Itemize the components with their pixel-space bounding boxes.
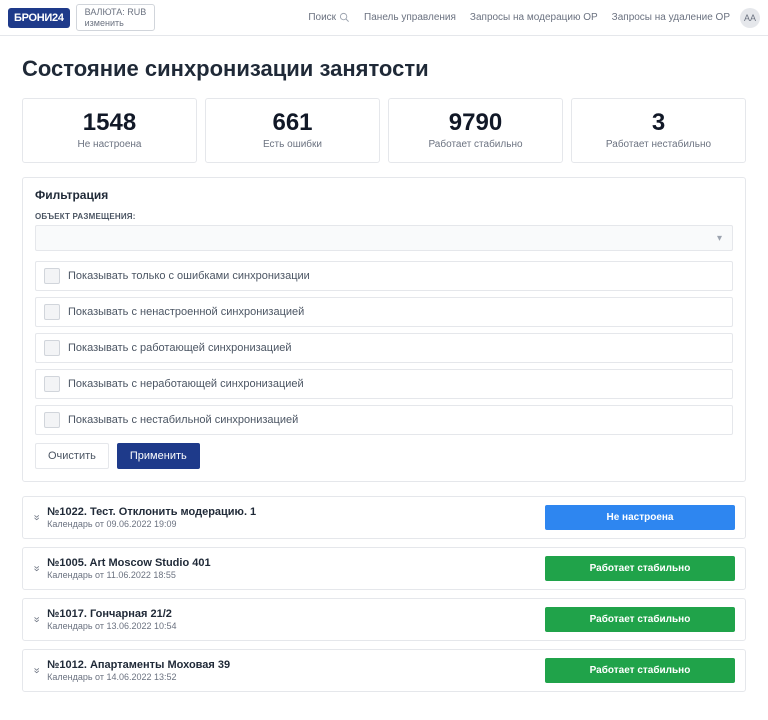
stat-label: Есть ошибки — [212, 139, 373, 150]
checkbox-label: Показывать с ненастроенной синхронизацие… — [68, 306, 304, 318]
stat-card: 661 Есть ошибки — [205, 98, 380, 163]
stat-value: 661 — [212, 109, 373, 137]
chevron-down-icon: ▾ — [717, 233, 722, 244]
checkbox-label: Показывать с работающей синхронизацией — [68, 342, 291, 354]
avatar[interactable]: АА — [740, 8, 760, 28]
stat-label: Работает стабильно — [395, 139, 556, 150]
result-row[interactable]: » №1022. Тест. Отклонить модерацию. 1 Ка… — [22, 496, 746, 539]
expand-icon[interactable]: » — [31, 616, 42, 622]
result-sub: Календарь от 14.06.2022 13:52 — [47, 672, 545, 682]
apply-button[interactable]: Применить — [117, 443, 200, 469]
filter-check-notworking[interactable]: Показывать с неработающей синхронизацией — [35, 369, 733, 399]
checkbox[interactable] — [44, 376, 60, 392]
result-row[interactable]: » №1017. Гончарная 21/2 Календарь от 13.… — [22, 598, 746, 641]
result-sub: Календарь от 09.06.2022 19:09 — [47, 519, 545, 529]
result-body: №1022. Тест. Отклонить модерацию. 1 Кале… — [47, 506, 545, 529]
result-title: №1005. Art Moscow Studio 401 — [47, 557, 545, 569]
search-link[interactable]: Поиск — [308, 12, 350, 23]
filter-check-errors[interactable]: Показывать только с ошибками синхронизац… — [35, 261, 733, 291]
filter-check-unconfigured[interactable]: Показывать с ненастроенной синхронизацие… — [35, 297, 733, 327]
filter-panel: Фильтрация ОБЪЕКТ РАЗМЕЩЕНИЯ: ▾ Показыва… — [22, 177, 746, 482]
checkbox[interactable] — [44, 304, 60, 320]
expand-icon[interactable]: » — [31, 667, 42, 673]
currency-change: изменить — [85, 18, 147, 29]
stat-card: 1548 Не настроена — [22, 98, 197, 163]
filter-check-unstable[interactable]: Показывать с нестабильной синхронизацией — [35, 405, 733, 435]
logo[interactable]: БРОНИ24 — [8, 8, 70, 28]
nav-dashboard[interactable]: Панель управления — [364, 12, 456, 23]
checkbox-label: Показывать с нестабильной синхронизацией — [68, 414, 298, 426]
checkbox[interactable] — [44, 412, 60, 428]
stat-card: 9790 Работает стабильно — [388, 98, 563, 163]
nav-moderation-requests[interactable]: Запросы на модерацию ОР — [470, 12, 598, 23]
result-title: №1017. Гончарная 21/2 — [47, 608, 545, 620]
topbar: БРОНИ24 ВАЛЮТА: RUB изменить Поиск Панел… — [0, 0, 768, 36]
result-row[interactable]: » №1012. Апартаменты Моховая 39 Календар… — [22, 649, 746, 692]
checkbox-label: Показывать с неработающей синхронизацией — [68, 378, 304, 390]
page-title: Состояние синхронизации занятости — [22, 56, 746, 82]
checkbox[interactable] — [44, 268, 60, 284]
stat-value: 3 — [578, 109, 739, 137]
clear-button[interactable]: Очистить — [35, 443, 109, 469]
checkbox[interactable] — [44, 340, 60, 356]
result-row[interactable]: » №1005. Art Moscow Studio 401 Календарь… — [22, 547, 746, 590]
result-title: №1022. Тест. Отклонить модерацию. 1 — [47, 506, 545, 518]
status-badge: Не настроена — [545, 505, 735, 530]
stat-label: Работает нестабильно — [578, 139, 739, 150]
stats-row: 1548 Не настроена 661 Есть ошибки 9790 Р… — [22, 98, 746, 163]
nav-delete-requests[interactable]: Запросы на удаление ОР — [612, 12, 730, 23]
result-sub: Календарь от 11.06.2022 18:55 — [47, 570, 545, 580]
filter-buttons: Очистить Применить — [35, 443, 733, 469]
stat-card: 3 Работает нестабильно — [571, 98, 746, 163]
status-badge: Работает стабильно — [545, 556, 735, 581]
object-select[interactable]: ▾ — [35, 225, 733, 251]
search-label: Поиск — [308, 12, 336, 23]
result-body: №1012. Апартаменты Моховая 39 Календарь … — [47, 659, 545, 682]
stat-value: 1548 — [29, 109, 190, 137]
object-label: ОБЪЕКТ РАЗМЕЩЕНИЯ: — [35, 212, 733, 221]
checkbox-label: Показывать только с ошибками синхронизац… — [68, 270, 310, 282]
filter-check-working[interactable]: Показывать с работающей синхронизацией — [35, 333, 733, 363]
currency-selector[interactable]: ВАЛЮТА: RUB изменить — [76, 4, 156, 32]
expand-icon[interactable]: » — [31, 514, 42, 520]
status-badge: Работает стабильно — [545, 658, 735, 683]
stat-value: 9790 — [395, 109, 556, 137]
status-badge: Работает стабильно — [545, 607, 735, 632]
content: Состояние синхронизации занятости 1548 Н… — [0, 36, 768, 720]
filter-title: Фильтрация — [35, 188, 733, 202]
result-body: №1017. Гончарная 21/2 Календарь от 13.06… — [47, 608, 545, 631]
expand-icon[interactable]: » — [31, 565, 42, 571]
result-sub: Календарь от 13.06.2022 10:54 — [47, 621, 545, 631]
currency-label: ВАЛЮТА: RUB — [85, 7, 147, 18]
stat-label: Не настроена — [29, 139, 190, 150]
result-body: №1005. Art Moscow Studio 401 Календарь о… — [47, 557, 545, 580]
search-icon — [339, 12, 350, 23]
